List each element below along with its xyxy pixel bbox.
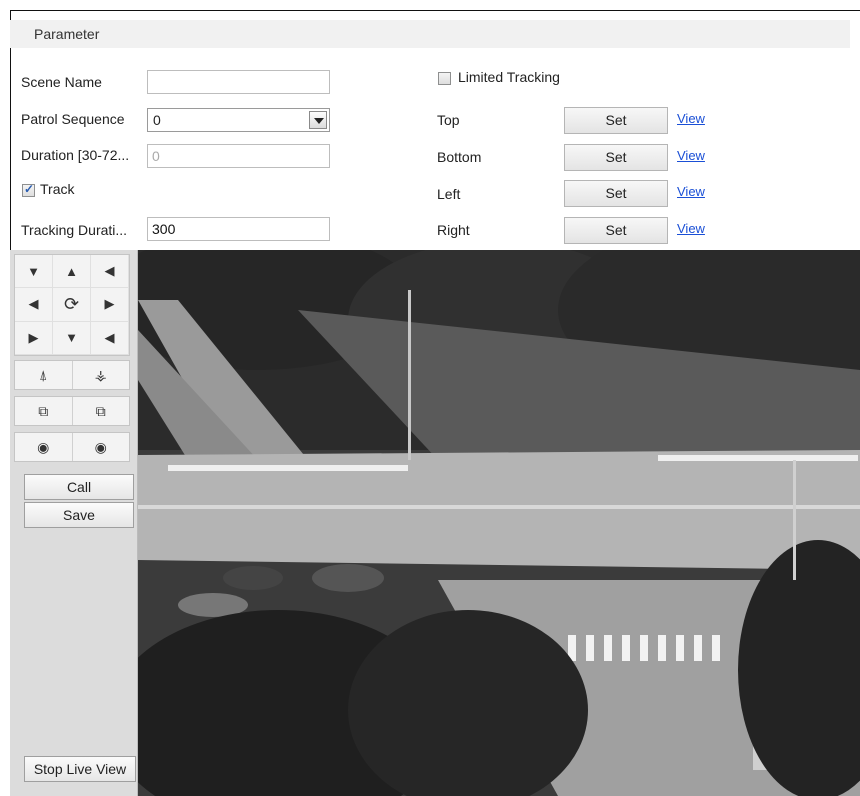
iris-close-icon[interactable]: ◉ (73, 433, 130, 461)
patrol-sequence-select[interactable]: 0 (147, 108, 330, 132)
left-set-button[interactable]: Set (564, 180, 668, 207)
patrol-sequence-value: 0 (153, 112, 161, 128)
scene-name-input[interactable] (147, 70, 330, 94)
left-view-link[interactable]: View (677, 184, 705, 199)
scene-name-label: Scene Name (21, 74, 102, 90)
chevron-down-icon[interactable] (309, 111, 327, 129)
down-arrow-icon[interactable]: ▼ (53, 321, 91, 355)
top-label: Top (437, 112, 460, 128)
auto-pan-icon[interactable]: ⟳ (53, 288, 91, 322)
up-arrow-icon[interactable]: ▲ (53, 255, 91, 289)
bottom-view-link[interactable]: View (677, 148, 705, 163)
right-set-button[interactable]: Set (564, 217, 668, 244)
limited-tracking-checkbox[interactable] (438, 72, 451, 85)
focus-far-icon[interactable]: ⧉ (73, 397, 130, 425)
left-label: Left (437, 186, 461, 202)
tracking-duration-label: Tracking Durati... (21, 222, 128, 238)
zoom-controls: ⍋ ⚶ (14, 360, 130, 390)
focus-controls: ⧉ ⧉ (14, 396, 130, 426)
ptz-direction-pad: ▼ ▲ ◀ ◀ ⟳ ▶ ▶ ▼ ◀ (14, 254, 130, 356)
top-view-link[interactable]: View (677, 111, 705, 126)
stop-live-view-button[interactable]: Stop Live View (24, 756, 136, 782)
right-arrow-icon[interactable]: ▶ (91, 288, 129, 322)
patrol-sequence-label: Patrol Sequence (21, 111, 125, 127)
duration-input[interactable] (147, 144, 330, 168)
left-arrow-icon[interactable]: ◀ (15, 288, 53, 322)
top-set-button[interactable]: Set (564, 107, 668, 134)
call-button[interactable]: Call (24, 474, 134, 500)
limited-tracking-label: Limited Tracking (458, 69, 560, 85)
bottom-set-button[interactable]: Set (564, 144, 668, 171)
track-checkbox[interactable] (22, 182, 35, 197)
save-button[interactable]: Save (24, 502, 134, 528)
right-view-link[interactable]: View (677, 221, 705, 236)
focus-near-icon[interactable]: ⧉ (15, 397, 73, 425)
down-left-arrow-icon[interactable]: ▶ (15, 321, 53, 355)
iris-controls: ◉ ◉ (14, 432, 130, 462)
track-label: Track (40, 181, 75, 197)
down-right-arrow-icon[interactable]: ◀ (91, 321, 129, 355)
parameter-header: Parameter (10, 20, 850, 48)
live-video-view[interactable] (138, 250, 860, 796)
zoom-in-icon[interactable]: ⍋ (15, 361, 73, 389)
parameter-title: Parameter (34, 26, 100, 42)
duration-label: Duration [30-72... (21, 147, 130, 163)
up-left-arrow-icon[interactable]: ▼ (15, 255, 53, 289)
zoom-out-icon[interactable]: ⚶ (73, 361, 130, 389)
up-right-arrow-icon[interactable]: ◀ (91, 255, 129, 289)
bottom-label: Bottom (437, 149, 482, 165)
iris-open-icon[interactable]: ◉ (15, 433, 73, 461)
right-label: Right (437, 222, 470, 238)
live-video-frame (138, 250, 860, 796)
ptz-control-panel: ▼ ▲ ◀ ◀ ⟳ ▶ ▶ ▼ ◀ ⍋ ⚶ ⧉ ⧉ ◉ ◉ Call Save … (10, 250, 138, 796)
tracking-duration-input[interactable] (147, 217, 330, 241)
